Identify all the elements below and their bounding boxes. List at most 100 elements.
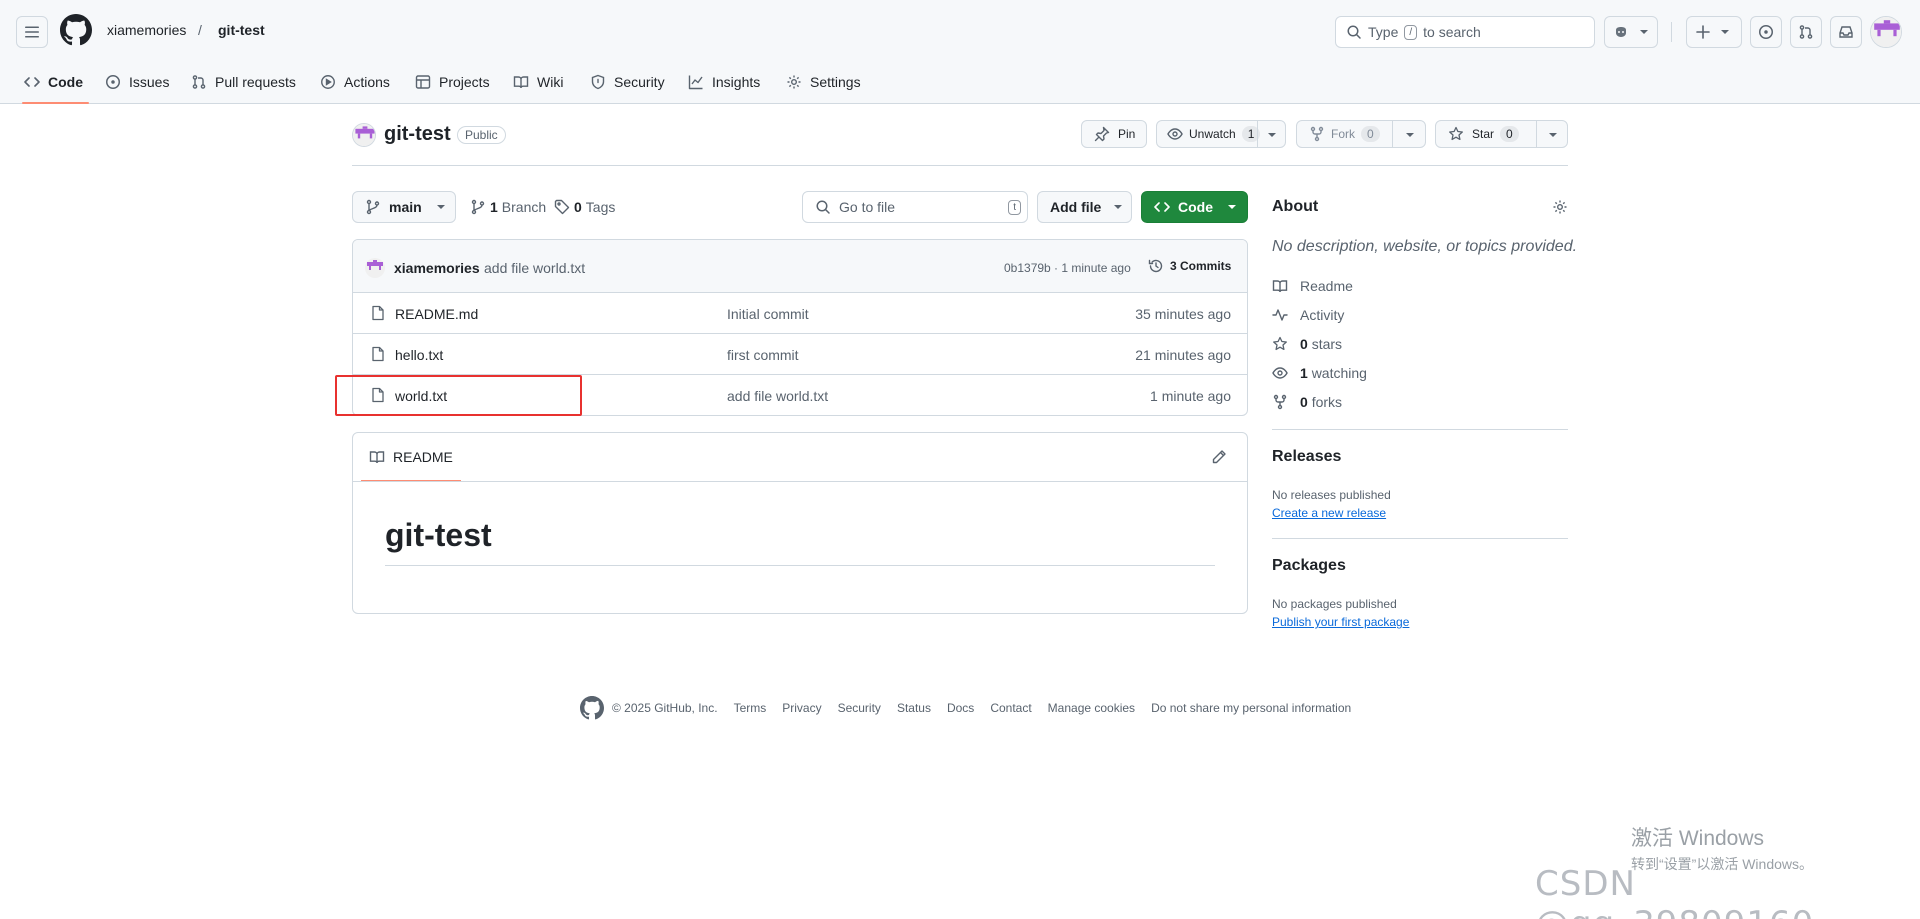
tab-security[interactable]: Security (590, 60, 665, 104)
chevron-down-icon[interactable] (1548, 130, 1558, 140)
about-readme-link[interactable]: Readme (1272, 278, 1353, 294)
visibility-badge: Public (457, 126, 506, 144)
file-row[interactable]: README.md Initial commit 35 minutes ago (353, 293, 1247, 334)
csdn-watermark: CSDN @qq_39809160 (1535, 864, 1813, 919)
branch-icon (471, 199, 485, 215)
hamburger-icon (25, 26, 39, 38)
search-suffix: to search (1423, 24, 1481, 40)
repo-head-divider (352, 165, 1568, 166)
tab-actions[interactable]: Actions (320, 60, 390, 104)
history-icon (1148, 259, 1163, 273)
footer-link-terms[interactable]: Terms (734, 701, 767, 715)
file-commit-message[interactable]: Initial commit (727, 306, 809, 322)
footer-link-status[interactable]: Status (897, 701, 931, 715)
issues-shortcut-button[interactable] (1750, 16, 1782, 48)
user-avatar[interactable] (1870, 16, 1902, 48)
copilot-button[interactable] (1604, 16, 1658, 48)
branch-count: 1 (490, 199, 498, 215)
tab-settings[interactable]: Settings (786, 60, 861, 104)
file-name[interactable]: hello.txt (395, 347, 443, 363)
branches-link[interactable]: 1 Branch (470, 199, 546, 215)
tab-insights-label: Insights (712, 74, 761, 90)
github-logo-icon[interactable] (580, 696, 604, 720)
star-count: 0 (1500, 126, 1519, 142)
search-prefix: Type (1368, 24, 1399, 40)
file-commit-message[interactable]: first commit (727, 347, 799, 363)
releases-title[interactable]: Releases (1272, 448, 1341, 466)
footer-link-security[interactable]: Security (838, 701, 881, 715)
github-logo-icon[interactable] (60, 14, 92, 46)
gear-icon[interactable] (1552, 199, 1568, 215)
graph-icon (688, 75, 703, 90)
inbox-button[interactable] (1830, 16, 1862, 48)
code-dropdown-button[interactable]: Code (1141, 191, 1248, 223)
file-icon (372, 346, 384, 362)
breadcrumb-owner[interactable]: xiamemories (107, 22, 186, 38)
pin-icon (1094, 126, 1110, 142)
commit-message[interactable]: add file world.txt (484, 260, 585, 276)
file-age: 35 minutes ago (1135, 306, 1231, 322)
file-commit-message[interactable]: add file world.txt (727, 388, 828, 404)
pin-button[interactable]: Pin (1081, 120, 1147, 148)
footer-link-docs[interactable]: Docs (947, 701, 974, 715)
packages-title[interactable]: Packages (1272, 557, 1346, 575)
avatar-identicon-icon (1871, 17, 1901, 47)
tab-projects[interactable]: Projects (415, 60, 490, 104)
commits-history-link[interactable]: 3 Commits (1148, 258, 1231, 274)
tab-code[interactable]: Code (22, 60, 89, 104)
chevron-down-icon[interactable] (1405, 130, 1415, 140)
create-new-button[interactable] (1686, 16, 1742, 48)
releases-empty-text: No releases published (1272, 488, 1391, 502)
highlight-annotation-box (335, 375, 582, 416)
chevron-down-icon (436, 205, 445, 209)
star-button[interactable]: Star 0 (1435, 120, 1568, 148)
readme-tab[interactable]: README (361, 433, 461, 482)
file-name[interactable]: README.md (395, 306, 478, 322)
tab-settings-label: Settings (810, 74, 861, 90)
commit-author-avatar[interactable] (365, 258, 385, 278)
go-to-file-placeholder: Go to file (839, 199, 896, 215)
about-forks-link[interactable]: 0 forks (1272, 394, 1342, 410)
pull-requests-shortcut-button[interactable] (1790, 16, 1822, 48)
fork-count: 0 (1361, 126, 1380, 142)
readme-tab-label: README (393, 449, 453, 465)
about-activity-label: Activity (1300, 307, 1345, 323)
fork-label: Fork (1331, 127, 1355, 141)
book-icon (369, 451, 385, 464)
publish-package-link[interactable]: Publish your first package (1272, 615, 1409, 629)
code-icon (1154, 202, 1170, 212)
about-watching-link[interactable]: 1 watching (1272, 365, 1367, 381)
chevron-down-icon[interactable] (1267, 130, 1277, 140)
about-activity-link[interactable]: Activity (1272, 307, 1344, 323)
menu-button[interactable] (16, 16, 48, 48)
sidebar-divider (1272, 538, 1568, 539)
tab-insights[interactable]: Insights (688, 60, 760, 104)
footer-link-manage-cookies[interactable]: Manage cookies (1048, 701, 1135, 715)
commit-author[interactable]: xiamemories (394, 260, 480, 276)
commit-sha-time[interactable]: 0b1379b · 1 minute ago (1004, 261, 1131, 275)
go-to-file-input[interactable]: Go to file t (802, 191, 1028, 223)
create-release-link[interactable]: Create a new release (1272, 506, 1386, 520)
file-row[interactable]: hello.txt first commit 21 minutes ago (353, 334, 1247, 375)
fork-button[interactable]: Fork 0 (1296, 120, 1426, 148)
tab-issues[interactable]: Issues (105, 60, 169, 104)
tag-count: 0 (574, 199, 582, 215)
global-search-input[interactable]: Type / to search (1335, 16, 1595, 48)
about-stars-link[interactable]: 0 stars (1272, 336, 1342, 352)
breadcrumb-repo[interactable]: git-test (218, 22, 265, 38)
footer-link-do-not-share[interactable]: Do not share my personal information (1151, 701, 1351, 715)
add-file-button[interactable]: Add file (1037, 191, 1132, 223)
pencil-icon[interactable] (1211, 449, 1227, 465)
table-icon (415, 75, 431, 89)
watch-button[interactable]: Unwatch 1 (1156, 120, 1286, 148)
tab-pull-requests[interactable]: Pull requests (191, 60, 296, 104)
repo-title[interactable]: git-test (384, 123, 451, 146)
footer-link-privacy[interactable]: Privacy (782, 701, 821, 715)
tab-wiki[interactable]: Wiki (513, 60, 563, 104)
tags-link[interactable]: 0 Tags (554, 199, 615, 215)
branch-select-button[interactable]: main (352, 191, 456, 223)
pulse-icon (1272, 309, 1288, 321)
repo-owner-avatar[interactable] (352, 123, 376, 147)
issue-icon (1759, 25, 1773, 39)
footer-link-contact[interactable]: Contact (990, 701, 1031, 715)
